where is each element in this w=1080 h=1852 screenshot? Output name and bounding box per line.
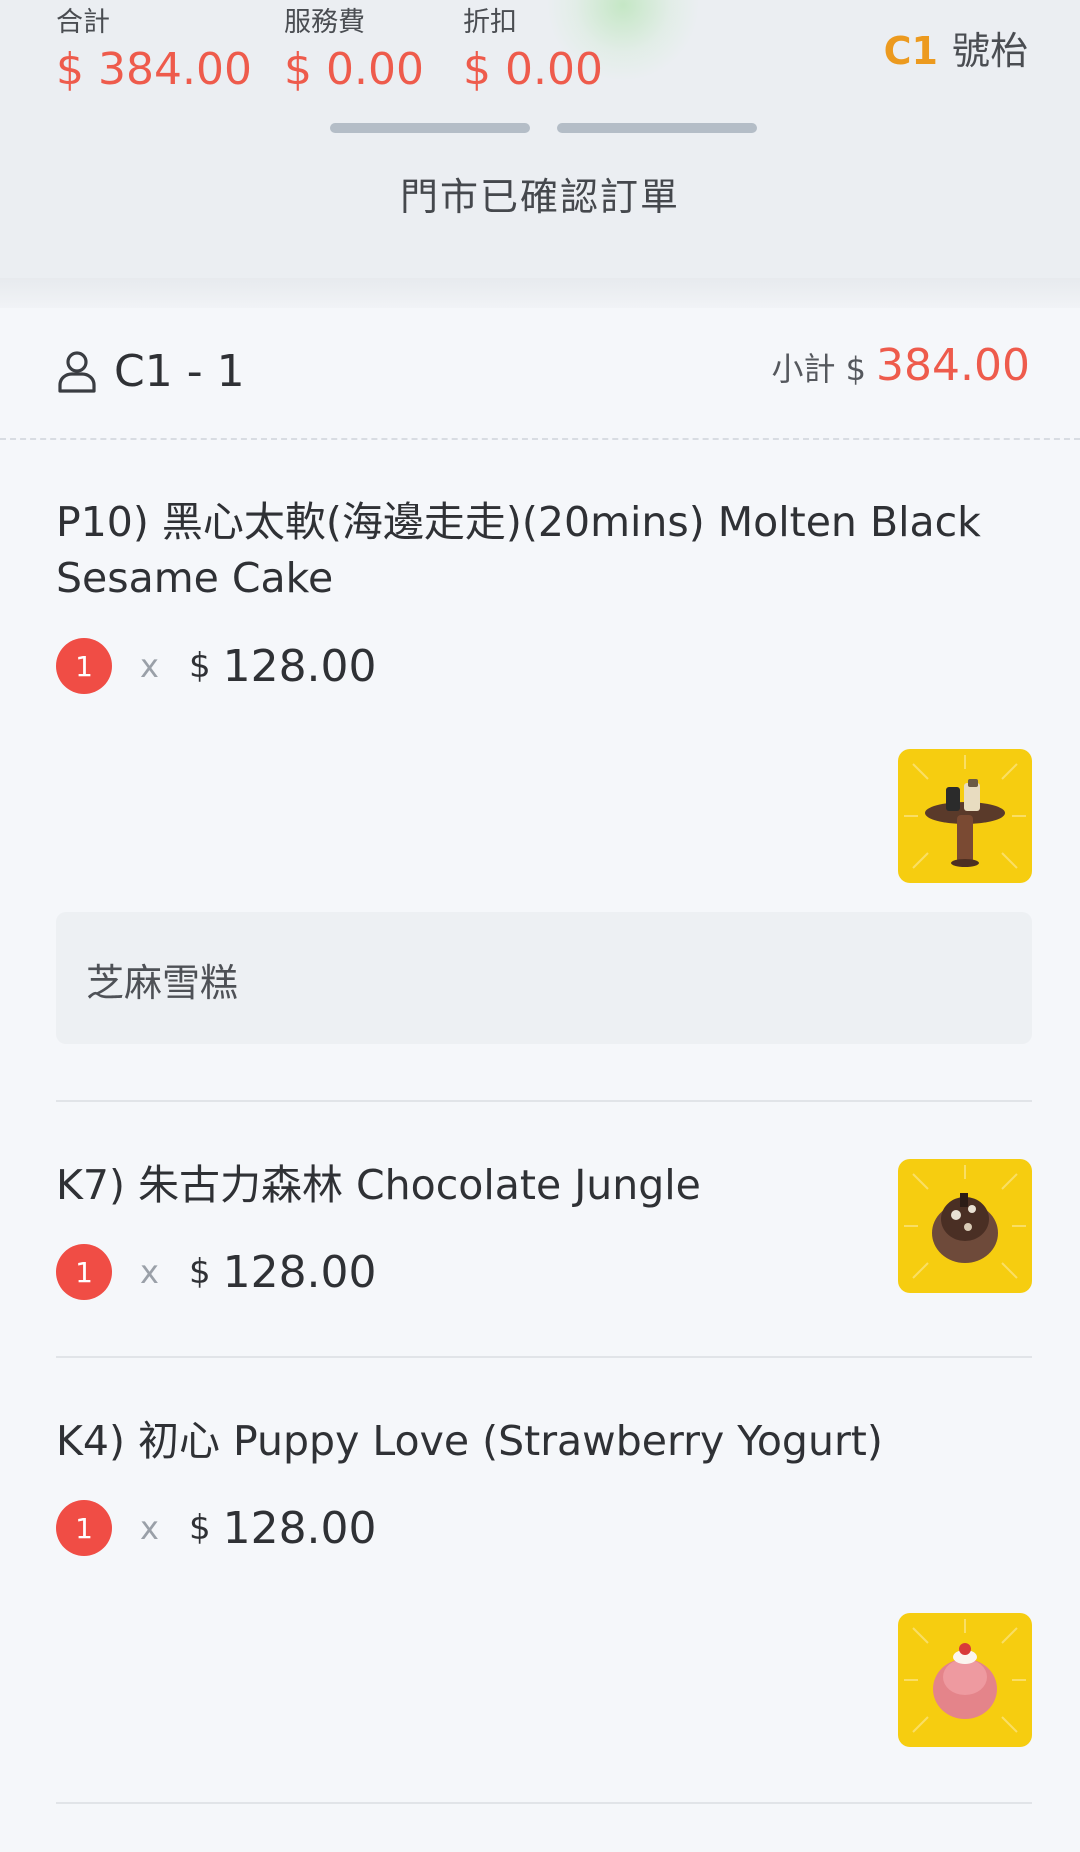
subtotal-value: 384.00 [876,340,1030,391]
tab-indicator-1[interactable] [330,123,530,133]
service-fee-value: $ 0.00 [284,44,424,95]
item-quantity-row: 1 x $ 128.00 [56,638,377,694]
person-icon [58,351,96,393]
item-image-chocolate-jungle[interactable] [898,1159,1032,1293]
table-code: C1 [883,29,938,73]
service-fee-summary: 服務費 $ 0.00 [284,8,424,98]
item-quantity-row: 1 x $ 128.00 [56,1500,377,1556]
order-status: 門市已確認訂單 [399,175,680,219]
item-quantity-row: 1 x $ 128.00 [56,1244,377,1300]
total-label: 合計 [56,7,110,38]
total-summary: 合計 $ 384.00 [56,8,252,98]
discount-value: $ 0.00 [463,44,603,95]
seat-header: C1 - 1 小計 $ 384.00 [56,340,1030,402]
multiply-sign: x [140,1509,159,1547]
discount-summary: 折扣 $ 0.00 [463,8,603,98]
quantity-badge: 1 [56,1244,112,1300]
currency-symbol: $ [188,646,211,686]
item-price: 128.00 [222,1502,377,1554]
item-note: 芝麻雪糕 [56,912,1032,1044]
table-suffix: 號枱 [951,29,1028,73]
item-divider [56,1100,1032,1102]
currency-symbol: $ [188,1252,211,1292]
seat-info: C1 - 1 [56,340,245,402]
item-divider [56,1356,1032,1358]
multiply-sign: x [140,647,159,685]
service-fee-label: 服務費 [284,7,365,38]
item-name: K4) 初心 Puppy Love (Strawberry Yogurt) [56,1417,883,1465]
item-image-molten-cake[interactable] [898,749,1032,883]
discount-label: 折扣 [463,7,517,38]
quantity-badge: 1 [56,638,112,694]
table-number: C1 號枱 [884,26,1028,76]
item-price: 128.00 [222,1246,377,1298]
note-text: 芝麻雪糕 [86,961,239,1005]
header-divider [0,278,1080,308]
dashed-divider [0,438,1080,440]
total-value: $ 384.00 [56,44,252,95]
item-name: K7) 朱古力森林 Chocolate Jungle [56,1161,701,1209]
seat-name: C1 - 1 [114,345,245,397]
subtotal-label: 小計 $ [771,350,867,388]
item-image-puppy-love[interactable] [898,1613,1032,1747]
order-summary-header: 合計 $ 384.00 服務費 $ 0.00 折扣 $ 0.00 C1 號枱 門市… [0,0,1080,278]
item-divider [56,1802,1032,1804]
item-price: 128.00 [222,640,377,692]
item-name: P10) 黑心太軟(海邊走走)(20mins) Molten Black Ses… [56,498,981,602]
quantity-badge: 1 [56,1500,112,1556]
multiply-sign: x [140,1253,159,1291]
currency-symbol: $ [188,1508,211,1548]
tab-indicator-2[interactable] [557,123,757,133]
seat-subtotal: 小計 $ 384.00 [771,340,1030,402]
